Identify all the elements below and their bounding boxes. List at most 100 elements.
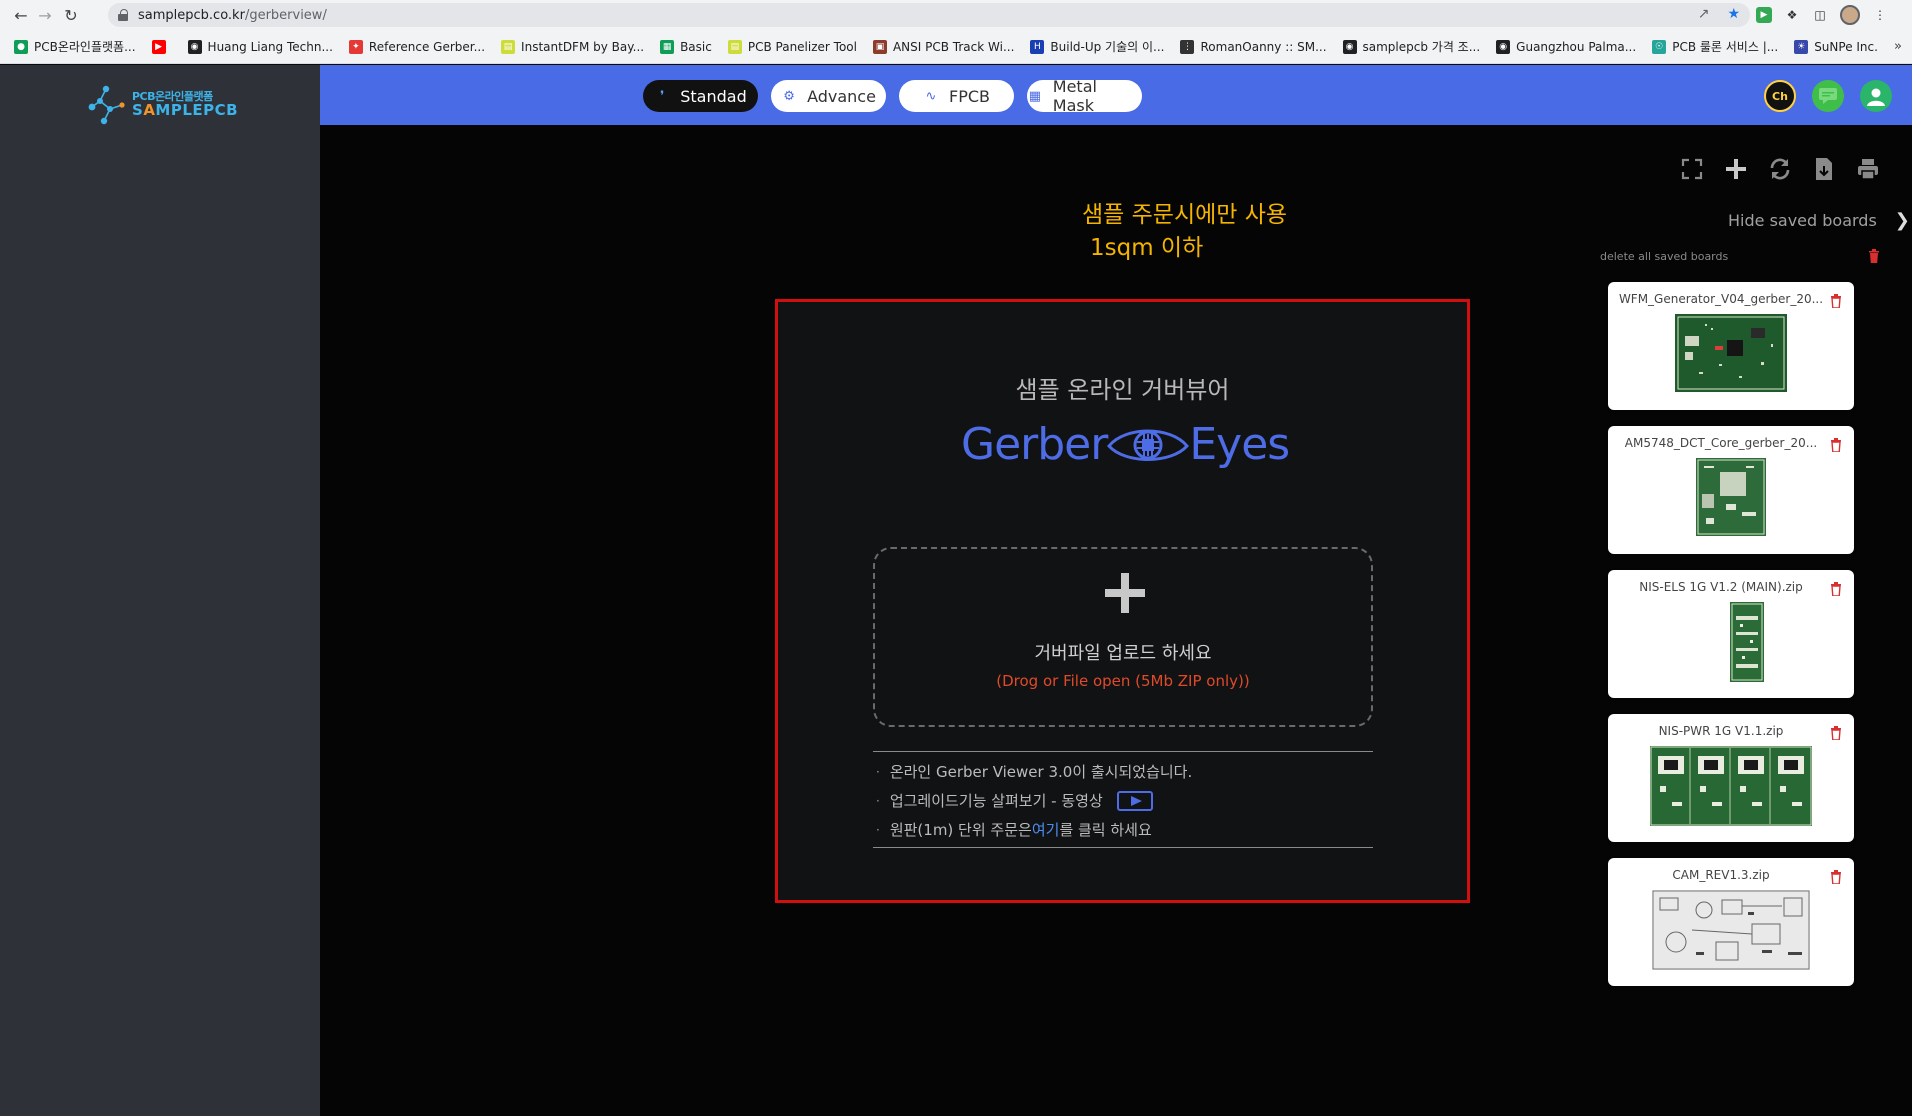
chevron-right-icon: ❯	[1894, 210, 1910, 231]
tab-standard[interactable]: ❜ Standad	[643, 80, 758, 112]
bookmark-item[interactable]: ◉ Guangzhou Palma...	[1496, 39, 1637, 54]
trash-icon[interactable]	[1830, 726, 1842, 740]
extension-green-icon[interactable]: ▶	[1756, 7, 1772, 23]
bookmark-label: ANSI PCB Track Wi...	[892, 39, 1015, 54]
trash-icon[interactable]	[1830, 294, 1842, 308]
globe-icon: ◉	[187, 39, 202, 54]
reload-icon[interactable]: ↻	[56, 0, 86, 30]
file-dropzone[interactable]: 거버파일 업로드 하세요 (Drog or File open (5Mb ZIP…	[873, 547, 1373, 727]
bookmark-item[interactable]: ▦ Basic	[660, 39, 712, 54]
sample-order-notice: 샘플 주문시에만 사용 1sqm 이하	[1082, 202, 1288, 261]
profile-avatar[interactable]	[1840, 5, 1860, 25]
chat-bubble-icon	[1819, 88, 1837, 104]
hide-saved-boards-toggle[interactable]: Hide saved boards ❯	[1728, 210, 1910, 231]
bookmark-item[interactable]: ▤ PCB Panelizer Tool	[727, 39, 857, 54]
saved-board-card[interactable]: NIS-ELS 1G V1.2 (MAIN).zip	[1608, 570, 1854, 698]
user-account-button[interactable]	[1860, 80, 1892, 112]
play-video-icon[interactable]	[1116, 790, 1153, 811]
bookmark-label: Reference Gerber...	[368, 39, 486, 54]
bookmark-item[interactable]: ✦ Reference Gerber...	[348, 39, 486, 54]
trash-icon[interactable]	[1868, 249, 1880, 263]
bulk-order-link[interactable]: 여기	[1032, 819, 1060, 840]
chip-icon: ⚙	[783, 88, 795, 104]
saved-board-card[interactable]: CAM_REV1.3.zip	[1608, 858, 1854, 986]
trash-icon[interactable]	[1830, 438, 1842, 452]
info-release-note: · 온라인 Gerber Viewer 3.0이 출시되었습니다.	[876, 763, 1193, 781]
panel-subtitle: 샘플 온라인 거버뷰어	[1015, 376, 1230, 404]
board-name: NIS-ELS 1G V1.2 (MAIN).zip	[1639, 580, 1803, 594]
bulb-icon: ☉	[1652, 39, 1667, 54]
bookmark-label: Build-Up 기술의 이...	[1050, 40, 1165, 54]
message-button[interactable]	[1812, 80, 1844, 112]
saved-board-card[interactable]: WFM_Generator_V04_gerber_20...	[1608, 282, 1854, 410]
star-icon[interactable]: ★	[1727, 6, 1740, 22]
bookmark-item[interactable]: ◉ samplepcb 가격 조...	[1342, 38, 1481, 55]
saved-boards-list: WFM_Generator_V04_gerber_20... AM5748_DC…	[1608, 282, 1854, 1002]
h-icon: H	[1030, 39, 1045, 54]
dfm-icon: ▤	[501, 39, 516, 54]
logo-bottom-text: SAMPLEPCB	[132, 100, 239, 119]
bookmark-label: RomanOanny :: SM...	[1200, 39, 1327, 54]
sheets-icon: ▦	[660, 39, 675, 54]
pcb-thumbnail	[1675, 314, 1787, 392]
channel-chat-button[interactable]: Ch	[1764, 80, 1796, 112]
url-text: samplepcb.co.kr/gerberview/	[138, 7, 327, 23]
bookmark-label: Basic	[680, 39, 712, 54]
board-name: WFM_Generator_V04_gerber_20...	[1618, 292, 1824, 306]
bookmark-label: PCB온라인플랫폼...	[34, 40, 136, 54]
samplepcb-logo[interactable]: PCB온라인플랫폼 SAMPLEPCB	[86, 82, 246, 128]
gerber-upload-panel: 샘플 온라인 거버뷰어 Gerber Eyes 거버파일 업로드 하세요 (Dr…	[775, 299, 1470, 903]
trash-icon[interactable]	[1830, 582, 1842, 596]
delete-all-boards-link[interactable]: delete all saved boards	[1600, 250, 1728, 263]
fullscreen-icon[interactable]	[1680, 157, 1704, 181]
puzzle-icon[interactable]: ❖	[1784, 7, 1800, 23]
bookmark-item[interactable]: H Build-Up 기술의 이...	[1030, 38, 1164, 55]
trash-icon[interactable]	[1830, 870, 1842, 884]
bookmark-item[interactable]: ⋮ RomanOanny :: SM...	[1180, 39, 1327, 54]
sidepanel-icon[interactable]: ◫	[1812, 7, 1828, 23]
add-icon[interactable]	[1724, 157, 1748, 181]
upload-instruction: 거버파일 업로드 하세요	[1034, 643, 1212, 664]
bookmark-item[interactable]: ▤ InstantDFM by Bay...	[501, 39, 644, 54]
bookmark-item[interactable]: ◉ Huang Liang Techn...	[187, 39, 333, 54]
download-file-icon[interactable]	[1812, 157, 1836, 181]
refresh-icon[interactable]	[1768, 157, 1792, 181]
tab-metal-mask[interactable]: ▦ Metal Mask	[1027, 77, 1142, 115]
pcb-thumbnail	[1650, 746, 1812, 826]
top-navigation: ❜ Standad ⚙ Advance ∿ FPCB ▦ Metal Mask …	[320, 65, 1912, 125]
bookmark-item[interactable]: ▣ ANSI PCB Track Wi...	[872, 39, 1015, 54]
bookmark-label: samplepcb 가격 조...	[1362, 40, 1481, 54]
print-icon[interactable]	[1856, 157, 1880, 181]
bookmark-label: Guangzhou Palma...	[1516, 39, 1637, 54]
divider-top	[873, 751, 1373, 752]
bookmark-item[interactable]: ☀ SuNPe Inc.	[1794, 39, 1878, 54]
address-bar[interactable]: samplepcb.co.kr/gerberview/ ↗ ★	[108, 3, 1750, 27]
globe-icon: ◉	[1496, 39, 1511, 54]
tab-advance[interactable]: ⚙ Advance	[771, 80, 886, 112]
saved-board-card[interactable]: AM5748_DCT_Core_gerber_20...	[1608, 426, 1854, 554]
panel-icon: ▤	[727, 39, 742, 54]
bookmarks-overflow-icon[interactable]: »	[1894, 39, 1902, 54]
youtube-icon: ▶	[151, 39, 166, 54]
info-bulk-order: · 원판(1m) 단위 주문은 여기 를 클릭 하세요	[876, 819, 1152, 840]
bookmark-item[interactable]: ▶	[151, 39, 172, 54]
dots-icon: ⋮	[1180, 39, 1195, 54]
flex-icon: ∿	[925, 88, 937, 104]
menu-dots-icon[interactable]: ⋮	[1872, 7, 1888, 23]
bookmark-item[interactable]: ● PCB온라인플랫폼...	[14, 38, 136, 55]
upload-hint: (Drog or File open (5Mb ZIP only))	[996, 672, 1250, 690]
user-icon	[1867, 88, 1885, 106]
saved-board-card[interactable]: NIS-PWR 1G V1.1.zip	[1608, 714, 1854, 842]
pcb-thumbnail	[1696, 458, 1766, 536]
board-name: NIS-PWR 1G V1.1.zip	[1658, 724, 1784, 738]
bookmark-label: SuNPe Inc.	[1814, 39, 1878, 54]
bookmark-label: PCB Panelizer Tool	[747, 39, 857, 54]
tab-fpcb[interactable]: ∿ FPCB	[899, 80, 1014, 112]
plus-icon	[1105, 573, 1145, 613]
sidebar: PCB온라인플랫폼 SAMPLEPCB	[0, 65, 320, 1116]
ansi-icon: ▣	[872, 39, 887, 54]
gerber-eyes-logo: Gerber Eyes	[961, 418, 1290, 470]
share-icon[interactable]: ↗	[1698, 6, 1710, 22]
bookmark-item[interactable]: ☉ PCB 룰론 서비스 |...	[1652, 38, 1778, 55]
logo-molecule-icon	[88, 85, 125, 125]
